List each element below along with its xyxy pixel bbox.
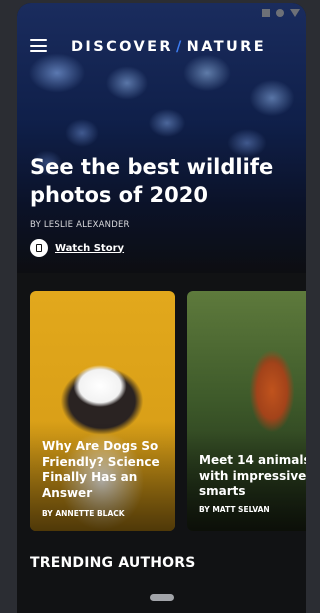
article-card-animals[interactable]: Meet 14 animals with impressive smarts B… (187, 291, 306, 531)
hero-title[interactable]: See the best wildlife photos of 2020 (30, 153, 298, 209)
status-bar (262, 8, 300, 18)
home-indicator[interactable] (150, 594, 174, 601)
card-title: Why Are Dogs So Friendly? Science Finall… (42, 439, 160, 500)
trending-authors-heading: TRENDING AUTHORS (30, 555, 196, 571)
hero-byline: BY LESLIE ALEXANDER (30, 220, 130, 230)
phone-screen: DISCOVER / NATURE See the best wildlife ph… (17, 3, 306, 613)
book-icon (30, 239, 48, 257)
card-author: BY ANNETTE BLACK (42, 509, 125, 518)
triangle-icon (290, 9, 300, 17)
card-title: Meet 14 animals with impressive smarts (199, 453, 306, 498)
article-card-dogs[interactable]: Why Are Dogs So Friendly? Science Finall… (30, 291, 175, 531)
circle-icon (276, 9, 284, 17)
watch-story-button[interactable]: Watch Story (30, 239, 124, 257)
square-icon (262, 9, 270, 17)
watch-story-label: Watch Story (55, 242, 125, 254)
card-author: BY MATT SELVAN (199, 505, 270, 514)
brand-slash: / (175, 39, 184, 55)
app-brand: DISCOVER / NATURE (71, 39, 266, 55)
brand-nature: NATURE (186, 39, 267, 55)
brand-discover: DISCOVER (71, 39, 173, 55)
hamburger-menu-icon[interactable] (30, 39, 47, 52)
hero-jellyfish-image[interactable]: DISCOVER / NATURE See the best wildlife ph… (17, 3, 306, 273)
